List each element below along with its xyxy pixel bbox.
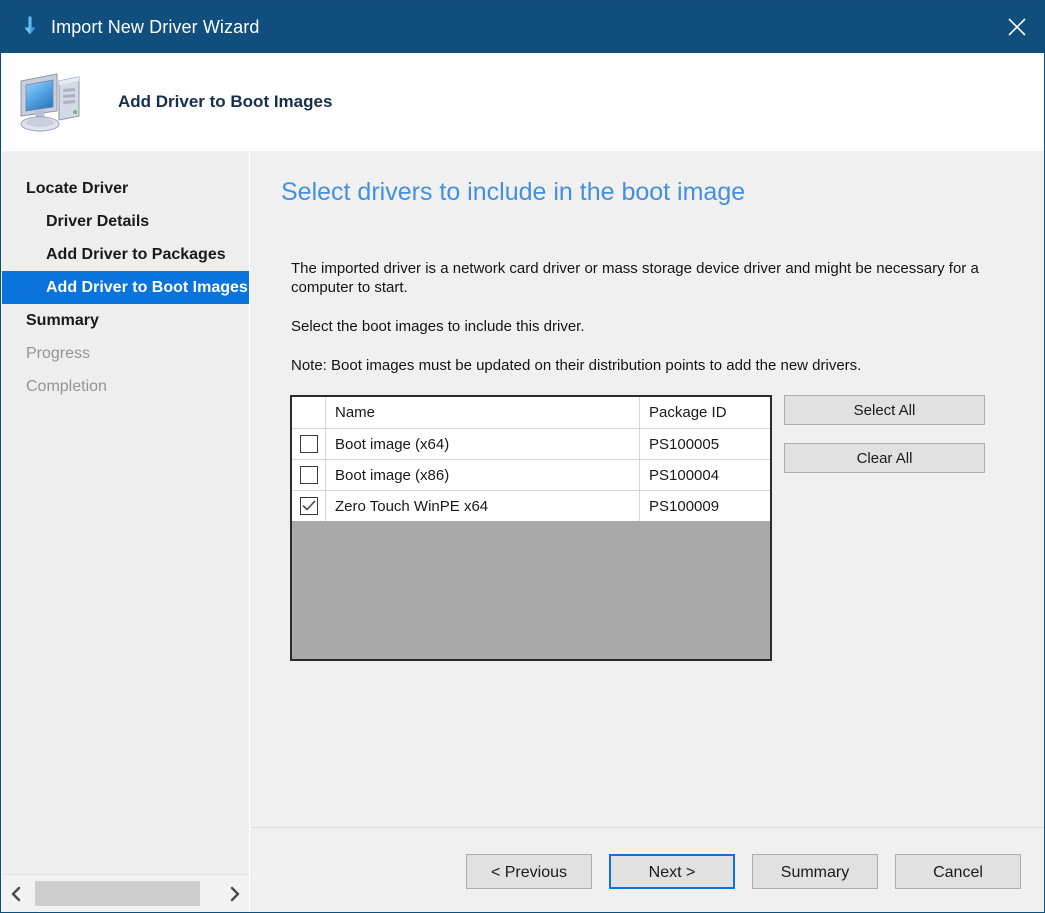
row-checkbox-cell [292, 491, 326, 521]
row-package-id: PS100004 [640, 460, 770, 490]
title-bar: Import New Driver Wizard [1, 1, 1045, 53]
sidebar-item-progress[interactable]: Progress [2, 337, 249, 370]
table-row[interactable]: Boot image (x86) PS100004 [292, 459, 770, 490]
next-button[interactable]: Next > [609, 854, 735, 889]
wizard-content-pane: Select drivers to include in the boot im… [251, 152, 1045, 827]
sidebar-item-label: Summary [26, 312, 99, 329]
chevron-right-icon[interactable] [221, 875, 249, 912]
table-action-buttons: Select All Clear All [784, 395, 985, 491]
previous-button[interactable]: < Previous [466, 854, 592, 889]
table-header-row: Name Package ID [292, 397, 770, 428]
sidebar-item-locate-driver[interactable]: Locate Driver [2, 172, 249, 205]
row-checkbox-cell [292, 460, 326, 490]
description-paragraph-1: The imported driver is a network card dr… [291, 259, 986, 297]
content-heading: Select drivers to include in the boot im… [281, 178, 1045, 207]
summary-button[interactable]: Summary [752, 854, 878, 889]
row-checkbox[interactable] [300, 435, 318, 453]
sidebar-item-label: Locate Driver [26, 180, 128, 197]
sidebar-item-label: Add Driver to Packages [46, 246, 226, 263]
clear-all-button[interactable]: Clear All [784, 443, 985, 473]
sidebar-item-summary[interactable]: Summary [2, 304, 249, 337]
sidebar-item-label: Completion [26, 378, 107, 395]
sidebar-item-label: Progress [26, 345, 90, 362]
wizard-step-sidebar: Locate Driver Driver Details Add Driver … [2, 152, 250, 874]
import-new-driver-wizard-window: Import New Driver Wizard [0, 0, 1045, 913]
select-all-button[interactable]: Select All [784, 395, 985, 425]
row-name: Boot image (x86) [326, 460, 640, 490]
wizard-header-band: Add Driver to Boot Images [2, 53, 1045, 151]
computer-icon [16, 66, 88, 138]
sidebar-item-completion[interactable]: Completion [2, 370, 249, 403]
boot-images-table: Name Package ID Boot image (x64) PS10000… [290, 395, 772, 661]
row-name: Boot image (x64) [326, 429, 640, 459]
column-header-package-id: Package ID [640, 397, 770, 428]
description-paragraph-2: Select the boot images to include this d… [291, 317, 991, 336]
sidebar-horizontal-scrollbar[interactable] [2, 874, 250, 912]
boot-images-section: Name Package ID Boot image (x64) PS10000… [290, 395, 1045, 661]
sidebar-item-add-driver-to-packages[interactable]: Add Driver to Packages [2, 238, 249, 271]
row-checkbox-cell [292, 429, 326, 459]
wizard-footer: < Previous Next > Summary Cancel [251, 827, 1045, 912]
column-header-checkbox [292, 397, 326, 428]
column-header-name: Name [326, 397, 640, 428]
import-arrow-icon [17, 14, 43, 40]
description-paragraph-3: Note: Boot images must be updated on the… [291, 356, 991, 375]
scrollbar-thumb[interactable] [35, 881, 200, 906]
sidebar-item-driver-details[interactable]: Driver Details [2, 205, 249, 238]
sidebar-item-add-driver-to-boot-images[interactable]: Add Driver to Boot Images [2, 271, 249, 304]
row-package-id: PS100009 [640, 491, 770, 521]
sidebar-item-label: Driver Details [46, 213, 149, 230]
cancel-button[interactable]: Cancel [895, 854, 1021, 889]
row-name: Zero Touch WinPE x64 [326, 491, 640, 521]
sidebar-item-label: Add Driver to Boot Images [46, 279, 248, 296]
table-row[interactable]: Zero Touch WinPE x64 PS100009 [292, 490, 770, 521]
content-body: The imported driver is a network card dr… [291, 259, 991, 375]
window-title: Import New Driver Wizard [51, 17, 259, 38]
footer-button-group: < Previous Next > Summary Cancel [466, 854, 1021, 889]
chevron-left-icon[interactable] [2, 875, 30, 912]
close-icon[interactable] [988, 1, 1045, 53]
row-package-id: PS100005 [640, 429, 770, 459]
page-title: Add Driver to Boot Images [118, 92, 332, 112]
wizard-step-list: Locate Driver Driver Details Add Driver … [2, 152, 249, 403]
row-checkbox[interactable] [300, 466, 318, 484]
table-row[interactable]: Boot image (x64) PS100005 [292, 428, 770, 459]
checkmark-icon [302, 500, 316, 512]
scrollbar-track[interactable] [30, 875, 221, 912]
row-checkbox-checked[interactable] [300, 497, 318, 515]
